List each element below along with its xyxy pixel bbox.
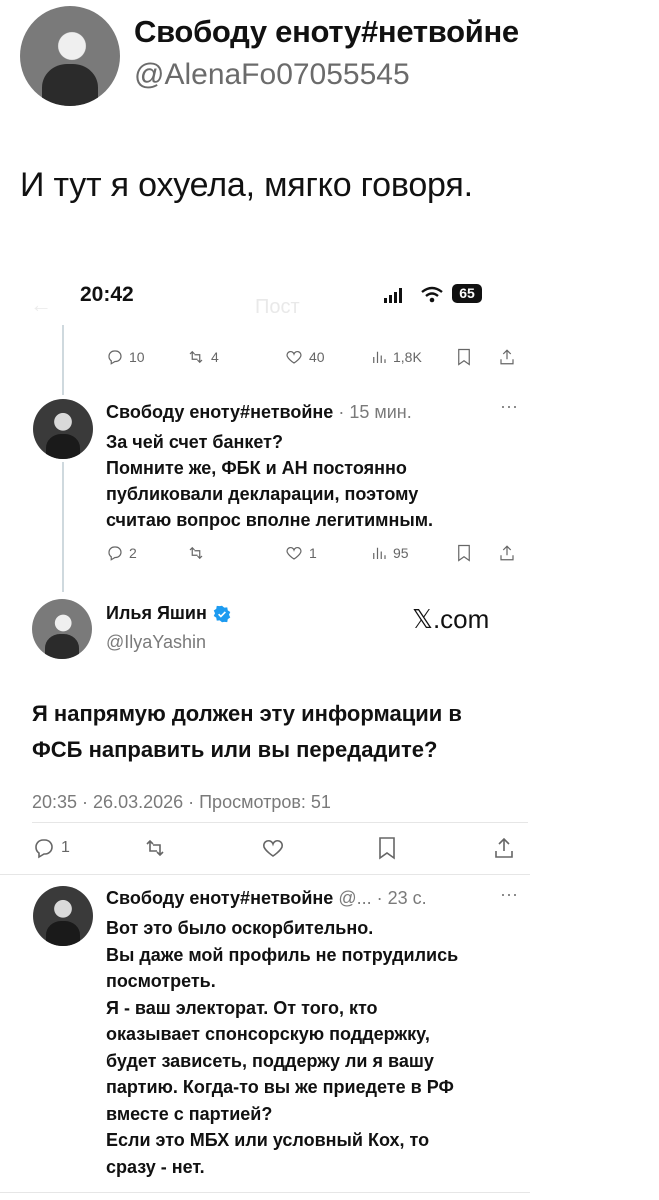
thread-line-top [62, 325, 64, 395]
reply2-line: сразу - нет. [106, 1156, 205, 1177]
reply1-line: За чей счет банкет? [106, 432, 283, 452]
battery-level: 65 [459, 285, 475, 301]
like-icon [262, 840, 284, 857]
main-tweet-text: Я напрямую должен эту информации в ФСБ н… [32, 696, 462, 768]
main-tweet-meta: 20:35 · 26.03.2026 · Просмотров: 51 [32, 792, 331, 812]
more-icon[interactable]: ··· [500, 396, 518, 417]
thread-line-mid [62, 462, 64, 592]
reply1-line: публиковали декларации, поэтому [106, 484, 419, 504]
reply2-line: партию. Когда-то вы же приедете в РФ [106, 1077, 454, 1097]
reply2-line: будет зависеть, поддержу ли я вашу [106, 1050, 434, 1071]
reply1-action-bar: 2 1 95 [106, 544, 526, 568]
main-divider-top [32, 822, 528, 823]
bookmark-icon [458, 348, 470, 366]
reply-icon [108, 546, 122, 561]
reply1-line: Помните же, ФБК и АН постоянно [106, 458, 407, 478]
more-icon[interactable]: ··· [500, 884, 518, 905]
reply2-text: Вот это было оскорбительно. Вы даже мой … [106, 915, 458, 1180]
like-count: 1 [309, 545, 317, 561]
back-arrow-icon[interactable]: ← [30, 292, 52, 318]
bookmark-button[interactable] [376, 836, 398, 860]
reply1-time: · 15 мин. [338, 402, 412, 422]
main-tweet-line: ФСБ направить или вы передадите? [32, 737, 438, 762]
main-handle[interactable]: @IlyaYashin [106, 632, 206, 653]
reply1-avatar[interactable] [33, 399, 93, 459]
wifi-icon [421, 286, 443, 309]
views-button[interactable]: 95 [370, 544, 409, 562]
reply2-line: Вы даже мой профиль не потрудились [106, 944, 459, 965]
reply1-line: считаю вопрос вполне легитимным. [106, 510, 434, 530]
views-icon [373, 351, 386, 363]
repost-button[interactable] [186, 544, 211, 562]
main-action-bar: 1 [32, 836, 528, 864]
status-time: 20:42 [80, 283, 134, 306]
reply-button[interactable]: 1 [32, 836, 70, 860]
reply1-display-name[interactable]: Свободу еноту#нетвойне [106, 402, 333, 422]
reply1-header: Свободу еноту#нетвойне · 15 мин. [106, 402, 412, 423]
battery-icon: 65 [452, 284, 482, 303]
reply2-line: посмотреть. [106, 971, 216, 991]
repost-icon [146, 839, 164, 857]
reply-button[interactable]: 2 [106, 544, 137, 562]
reply1-text: За чей счет банкет? Помните же, ФБК и АН… [106, 429, 433, 533]
share-button[interactable] [498, 348, 516, 366]
main-tweet-line: Я напрямую должен эту информации в [32, 701, 462, 726]
views-count: 95 [393, 545, 409, 561]
bookmark-icon [379, 837, 395, 860]
reply2-line: Вот это было оскорбительно. [106, 918, 374, 938]
reply2-line: вместе с партией? [106, 1103, 273, 1124]
like-icon [286, 350, 302, 364]
share-button[interactable] [498, 544, 516, 562]
bookmark-button[interactable] [456, 544, 472, 562]
reply2-line: Если это МБХ или условный Кох, то [106, 1130, 430, 1150]
signal-icon [384, 286, 404, 309]
repost-icon [189, 350, 203, 364]
views-count: 1,8K [393, 349, 422, 365]
bottom-divider [0, 1192, 530, 1193]
repost-count: 4 [211, 349, 219, 365]
outer-tweet-text: И тут я охуела, мягко говоря. [20, 166, 473, 204]
reply2-line: Я - ваш электорат. От того, кто [106, 997, 378, 1018]
main-divider-bottom [0, 874, 530, 875]
repost-button[interactable]: 4 [186, 348, 219, 366]
top-action-bar: 10 4 40 1,8K [106, 345, 526, 369]
faded-page-title: Пост [255, 296, 300, 318]
like-button[interactable] [260, 836, 286, 860]
reply2-line: оказывает спонсорскую поддержку, [106, 1024, 430, 1044]
like-button[interactable]: 1 [284, 544, 317, 562]
reply2-display-name[interactable]: Свободу еноту#нетвойне [106, 888, 333, 908]
reply2-header: Свободу еноту#нетвойне @... · 23 с. [106, 888, 427, 909]
like-count: 40 [309, 349, 325, 365]
reply-button[interactable]: 10 [106, 348, 145, 366]
main-avatar[interactable] [32, 599, 92, 659]
like-icon [286, 546, 302, 560]
reply-count: 10 [129, 349, 145, 365]
repost-icon [189, 546, 203, 560]
main-display-name[interactable]: Илья Яшин [106, 603, 207, 624]
like-button[interactable]: 40 [284, 348, 325, 366]
reply-icon [108, 350, 122, 365]
reply-icon [35, 839, 53, 859]
reply2-handle-time: @... · 23 с. [338, 888, 427, 908]
main-header: Илья Яшин [106, 603, 231, 624]
views-icon [373, 547, 386, 559]
bookmark-icon [458, 544, 470, 562]
share-icon [500, 545, 514, 561]
bookmark-button[interactable] [456, 348, 472, 366]
outer-avatar[interactable] [20, 6, 120, 106]
reply2-avatar[interactable] [33, 886, 93, 946]
reply-count: 1 [61, 839, 70, 856]
views-button[interactable]: 1,8K [370, 348, 422, 366]
x-watermark: 𝕏.com [412, 604, 490, 634]
outer-display-name[interactable]: Свободу еноту#нетвойне [134, 14, 519, 50]
share-button[interactable] [492, 836, 516, 860]
verified-badge-icon [213, 605, 231, 622]
share-icon [500, 349, 514, 365]
reply-count: 2 [129, 545, 137, 561]
share-icon [495, 837, 513, 858]
repost-button[interactable] [142, 836, 168, 860]
outer-handle[interactable]: @AlenaFo07055545 [134, 58, 410, 92]
